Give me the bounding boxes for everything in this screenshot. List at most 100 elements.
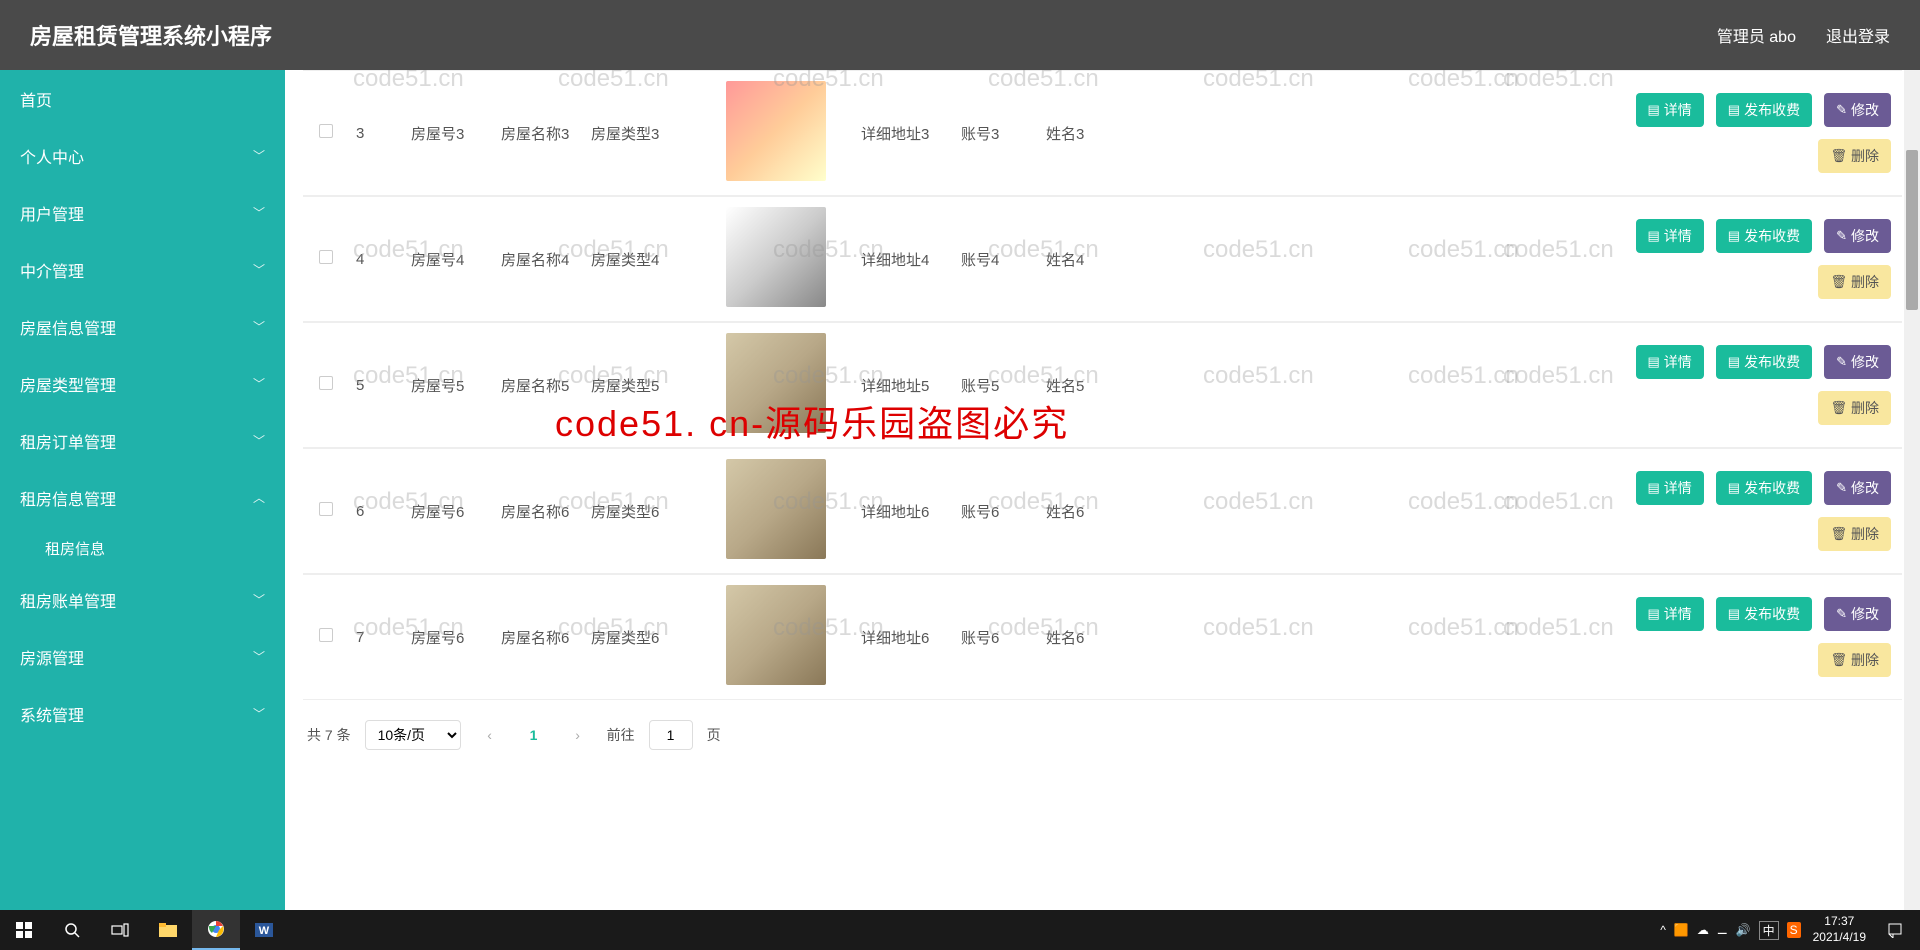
logout-link[interactable]: 退出登录: [1826, 23, 1890, 47]
edit-button[interactable]: ✎修改: [1824, 219, 1891, 253]
sidebar-item-5[interactable]: 房屋类型管理﹀: [0, 355, 285, 412]
goto-label: 前往: [607, 725, 635, 745]
actions-cell: ▤详情 ▤发布收费 ✎修改 🗑删除: [1123, 575, 1902, 700]
tray-onedrive-icon[interactable]: ☁: [1697, 923, 1709, 937]
table-cell: 房屋号5: [403, 323, 493, 448]
actions-cell: ▤详情 ▤发布收费 ✎修改 🗑删除: [1123, 323, 1902, 448]
tray-icons[interactable]: ^ 🟧 ☁ ⚊ 🔊 中 S: [1660, 921, 1800, 940]
table-cell: 房屋名称6: [493, 449, 583, 574]
start-button[interactable]: [0, 910, 48, 950]
detail-button[interactable]: ▤详情: [1636, 345, 1704, 379]
current-user[interactable]: 管理员 abo: [1717, 23, 1796, 47]
table-cell: 房屋名称6: [493, 575, 583, 700]
notification-icon[interactable]: [1878, 910, 1912, 950]
goto-page-input[interactable]: [649, 720, 693, 750]
sidebar-item-0[interactable]: 首页: [0, 70, 285, 127]
detail-button[interactable]: ▤详情: [1636, 597, 1704, 631]
table-cell: [303, 323, 348, 448]
table-cell: 房屋类型3: [583, 71, 698, 196]
table-cell: 账号4: [953, 197, 1038, 322]
detail-button[interactable]: ▤详情: [1636, 471, 1704, 505]
sidebar-item-1[interactable]: 个人中心﹀: [0, 127, 285, 184]
edit-button[interactable]: ✎修改: [1824, 471, 1891, 505]
chevron-down-icon: ﹀: [253, 261, 265, 278]
word-icon[interactable]: W: [240, 910, 288, 950]
sidebar-item-2[interactable]: 用户管理﹀: [0, 184, 285, 241]
table-cell: [698, 575, 853, 700]
sidebar-item-7[interactable]: 租房信息管理︿: [0, 469, 285, 526]
delete-button[interactable]: 🗑删除: [1818, 265, 1891, 299]
thumbnail-image: [726, 585, 826, 685]
edit-button[interactable]: ✎修改: [1824, 597, 1891, 631]
delete-button[interactable]: 🗑删除: [1818, 139, 1891, 173]
table-row: 4房屋号4房屋名称4房屋类型4详细地址4账号4姓名4▤详情▤发布收费✎修改🗑删除: [303, 197, 1902, 322]
table-cell: 详细地址4: [853, 197, 953, 322]
detail-icon: ▤: [1648, 606, 1660, 622]
publish-button[interactable]: ▤发布收费: [1716, 345, 1812, 379]
sidebar-item-4[interactable]: 房屋信息管理﹀: [0, 298, 285, 355]
row-checkbox[interactable]: [319, 376, 333, 390]
delete-button[interactable]: 🗑删除: [1818, 643, 1891, 677]
publish-button[interactable]: ▤发布收费: [1716, 597, 1812, 631]
edit-button[interactable]: ✎修改: [1824, 345, 1891, 379]
next-page-button[interactable]: ›: [563, 720, 593, 750]
table-cell: [698, 71, 853, 196]
detail-button[interactable]: ▤详情: [1636, 93, 1704, 127]
tray-volume-icon[interactable]: 🔊: [1736, 923, 1751, 937]
row-checkbox[interactable]: [319, 628, 333, 642]
row-checkbox[interactable]: [319, 124, 333, 138]
search-icon[interactable]: [48, 910, 96, 950]
table-cell: [698, 197, 853, 322]
table-cell: 3: [348, 71, 403, 196]
detail-icon: ▤: [1648, 228, 1660, 244]
chevron-down-icon: ﹀: [253, 432, 265, 449]
delete-button[interactable]: 🗑删除: [1818, 517, 1891, 551]
current-page[interactable]: 1: [519, 727, 549, 743]
detail-button[interactable]: ▤详情: [1636, 219, 1704, 253]
tray-ime-icon[interactable]: 中: [1759, 921, 1779, 940]
table-cell: 姓名3: [1038, 71, 1123, 196]
actions-cell: ▤详情 ▤发布收费 ✎修改 🗑删除: [1123, 71, 1902, 196]
table-cell: 详细地址6: [853, 575, 953, 700]
sidebar-item-8[interactable]: 租房账单管理﹀: [0, 571, 285, 628]
tray-app-icon[interactable]: 🟧: [1674, 923, 1689, 937]
sidebar-item-10[interactable]: 系统管理﹀: [0, 685, 285, 742]
scrollbar-track[interactable]: [1904, 70, 1920, 910]
sidebar-item-label: 租房账单管理: [20, 588, 116, 612]
data-table: code51.cncode51.cncode51.cncode51.cncode…: [303, 70, 1902, 700]
tray-wifi-icon[interactable]: ⚊: [1717, 923, 1728, 937]
file-explorer-icon[interactable]: [144, 910, 192, 950]
table-cell: 房屋号4: [403, 197, 493, 322]
sidebar-item-label: 中介管理: [20, 258, 84, 282]
sidebar-subitem[interactable]: 租房信息: [0, 526, 285, 571]
row-checkbox[interactable]: [319, 502, 333, 516]
table-cell: 房屋号6: [403, 449, 493, 574]
publish-button[interactable]: ▤发布收费: [1716, 93, 1812, 127]
page-size-select[interactable]: 10条/页: [365, 720, 461, 750]
sidebar-item-label: 个人中心: [20, 144, 84, 168]
table-cell: [698, 323, 853, 448]
clock[interactable]: 17:37 2021/4/19: [1813, 914, 1866, 945]
task-view-icon[interactable]: [96, 910, 144, 950]
delete-button[interactable]: 🗑删除: [1818, 391, 1891, 425]
table-cell: [303, 449, 348, 574]
tray-sogou-icon[interactable]: S: [1787, 922, 1801, 938]
prev-page-button[interactable]: ‹: [475, 720, 505, 750]
chrome-icon[interactable]: [192, 910, 240, 950]
row-checkbox[interactable]: [319, 250, 333, 264]
sidebar-item-6[interactable]: 租房订单管理﹀: [0, 412, 285, 469]
thumbnail-image: [726, 207, 826, 307]
tray-chevron-icon[interactable]: ^: [1660, 923, 1666, 937]
publish-icon: ▤: [1728, 480, 1740, 496]
edit-button[interactable]: ✎修改: [1824, 93, 1891, 127]
publish-button[interactable]: ▤发布收费: [1716, 471, 1812, 505]
svg-text:W: W: [259, 925, 270, 937]
sidebar-item-9[interactable]: 房源管理﹀: [0, 628, 285, 685]
table-cell: 姓名6: [1038, 449, 1123, 574]
publish-button[interactable]: ▤发布收费: [1716, 219, 1812, 253]
scrollbar-thumb[interactable]: [1906, 150, 1918, 310]
sidebar-item-3[interactable]: 中介管理 ﹀: [0, 241, 285, 298]
windows-taskbar: W ^ 🟧 ☁ ⚊ 🔊 中 S 17:37 2021/4/19: [0, 910, 1920, 950]
publish-icon: ▤: [1728, 102, 1740, 118]
app-title: 房屋租赁管理系统小程序: [30, 19, 272, 51]
